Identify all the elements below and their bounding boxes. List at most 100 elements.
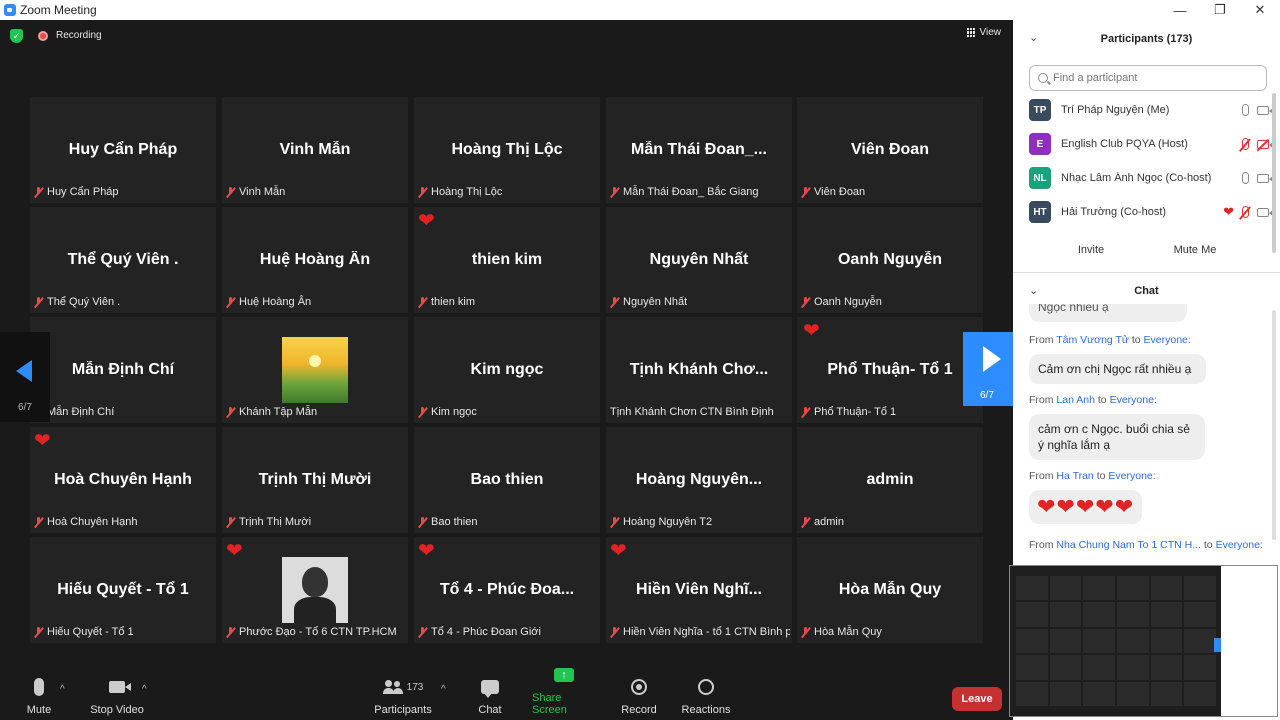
participant-tile[interactable]: Tổ 4 - Phúc Đoa... ❤ Tổ 4 - Phúc Đoan Giới xyxy=(414,537,600,643)
participant-tile[interactable]: admin admin xyxy=(797,427,983,533)
page-indicator-left: 6/7 xyxy=(18,402,32,413)
participant-name-label: Hoà Chuyên Hạnh xyxy=(34,515,138,529)
participant-tile[interactable]: Hiền Viên Nghĩ... ❤ Hiền Viên Nghĩa - tổ 1… xyxy=(606,537,792,643)
muted-mic-icon xyxy=(610,516,619,528)
participant-name-label: admin xyxy=(801,515,844,529)
stop-video-button[interactable]: Stop Video xyxy=(88,660,146,720)
participant-name: thien kim xyxy=(431,296,476,308)
security-shield-icon[interactable]: ✓ xyxy=(10,29,23,43)
chat-scrollbar[interactable] xyxy=(1272,310,1276,540)
view-button[interactable]: View xyxy=(966,27,1001,38)
chat-sender[interactable]: Tâm Vương Tử xyxy=(1056,334,1129,346)
participant-tile[interactable]: Khánh Tập Mẫn xyxy=(222,317,408,423)
participant-name: Phổ Thuận- Tổ 1 xyxy=(814,406,897,418)
participant-tile[interactable]: Oanh Nguyễn Oanh Nguyễn xyxy=(797,207,983,313)
participant-row[interactable]: HT Hải Trường (Co-host) ❤ xyxy=(1029,200,1273,224)
participant-name-label: Tổ 4 - Phúc Đoan Giới xyxy=(418,625,541,639)
participant-tile[interactable]: Hoà Chuyên Hạnh ❤ Hoà Chuyên Hạnh xyxy=(30,427,216,533)
mute-button[interactable]: Mute xyxy=(22,660,56,720)
participant-tile[interactable]: Huệ Hoàng Ân Huệ Hoàng Ân xyxy=(222,207,408,313)
invite-button[interactable]: Invite xyxy=(1076,239,1106,261)
previous-page-button[interactable]: 6/7 xyxy=(0,332,50,422)
participant-tile[interactable]: ❤ Phước Đạo - Tổ 6 CTN TP.HCM xyxy=(222,537,408,643)
restore-button[interactable]: ❐ xyxy=(1200,0,1240,20)
heart-reaction-icon: ❤ xyxy=(418,540,435,562)
participant-status-icons xyxy=(1242,172,1273,184)
video-camera-icon[interactable] xyxy=(1257,105,1273,115)
participant-name-label: Mẫn Thái Đoan_ Bắc Giang xyxy=(610,185,759,199)
participant-tile[interactable]: thien kim ❤ thien kim xyxy=(414,207,600,313)
audio-options-caret[interactable]: ^ xyxy=(60,684,65,695)
participant-tile[interactable]: Hoàng Nguyên... Hoàng Nguyên T2 xyxy=(606,427,792,533)
chat-sender[interactable]: Lan Anh xyxy=(1056,394,1095,406)
chat-sender[interactable]: Ha Tran xyxy=(1056,470,1093,482)
participant-name: Trịnh Thị Mười xyxy=(239,516,312,528)
participant-status-icons xyxy=(1242,138,1273,150)
chat-recipient[interactable]: Everyone: xyxy=(1144,334,1191,346)
muted-mic-icon xyxy=(610,296,619,308)
participant-tile[interactable]: Kim ngọc Kim ngọc xyxy=(414,317,600,423)
participant-tile[interactable]: Mẫn Định Chí Mẫn Định Chí xyxy=(30,317,216,423)
participant-name: Thể Quý Viên . xyxy=(47,296,121,308)
participant-display-name: Phổ Thuận- Tổ 1 xyxy=(827,361,953,378)
participant-tile[interactable]: Bao thien Bao thien xyxy=(414,427,600,533)
muted-mic-icon xyxy=(801,186,810,198)
arrow-left-icon xyxy=(16,360,32,382)
participant-tile[interactable]: Hoàng Thị Lộc Hoàng Thị Lộc xyxy=(414,97,600,203)
video-options-caret[interactable]: ^ xyxy=(142,684,147,695)
chat-button[interactable]: Chat xyxy=(474,660,506,720)
avatar: NL xyxy=(1029,167,1051,189)
muted-mic-icon[interactable] xyxy=(1242,206,1249,218)
next-page-button[interactable]: 6/7 xyxy=(963,332,1013,406)
mute-me-button[interactable]: Mute Me xyxy=(1168,239,1222,261)
video-camera-icon[interactable] xyxy=(1257,207,1273,217)
recording-icon[interactable] xyxy=(38,31,48,41)
muted-mic-icon xyxy=(418,296,427,308)
page-indicator-right: 6/7 xyxy=(980,390,994,401)
participant-search-input[interactable]: Find a participant xyxy=(1029,65,1267,91)
participant-tile[interactable]: Tịnh Khánh Chơ... Tịnh Khánh Chơn CTN Bìn… xyxy=(606,317,792,423)
participant-tile[interactable]: Vinh Mẫn Vinh Mẫn xyxy=(222,97,408,203)
participant-row[interactable]: NL Nhạc Lâm Ánh Ngọc (Co-host) xyxy=(1029,166,1273,190)
muted-mic-icon[interactable] xyxy=(1242,138,1249,150)
share-screen-button[interactable]: ↑ Share Screen xyxy=(532,660,596,720)
video-off-icon[interactable] xyxy=(1257,139,1273,149)
participant-tile[interactable]: Nguyên Nhất Nguyên Nhất xyxy=(606,207,792,313)
participant-row[interactable]: E English Club PQYA (Host) xyxy=(1029,132,1273,156)
participant-row[interactable]: TP Trí Pháp Nguyện (Me) xyxy=(1029,98,1273,122)
muted-mic-icon xyxy=(226,186,235,198)
participant-name-label: Oanh Nguyễn xyxy=(801,295,882,309)
chat-recipient[interactable]: Everyone: xyxy=(1216,539,1263,551)
participant-name: Tổ 4 - Phúc Đoan Giới xyxy=(431,626,541,638)
participant-name: Tịnh Khánh Chơn CTN Bình Định xyxy=(610,406,774,418)
chat-sender[interactable]: Nha Chung Nam To 1 CTN H... xyxy=(1056,539,1201,551)
video-camera-icon[interactable] xyxy=(1257,173,1273,183)
participants-button[interactable]: 173 Participants xyxy=(372,660,434,720)
participant-tile[interactable]: Viên Đoan Viên Đoan xyxy=(797,97,983,203)
close-button[interactable]: ✕ xyxy=(1240,0,1280,20)
screen-preview-thumbnail[interactable] xyxy=(1009,565,1278,717)
participant-tile[interactable]: Thể Quý Viên . Thể Quý Viên . xyxy=(30,207,216,313)
participant-tile[interactable]: Huy Cẩn Pháp Huy Cẩn Pháp xyxy=(30,97,216,203)
participant-tile[interactable]: Hòa Mẫn Quy Hòa Mẫn Quy xyxy=(797,537,983,643)
meeting-top-bar: ✓ Recording View xyxy=(0,20,1013,52)
chat-recipient[interactable]: Everyone: xyxy=(1110,394,1157,406)
microphone-icon[interactable] xyxy=(1242,104,1249,116)
record-button[interactable]: Record xyxy=(620,660,658,720)
reactions-button[interactable]: Reactions xyxy=(682,660,730,720)
leave-button[interactable]: Leave xyxy=(952,687,1002,711)
participant-display-name: Huệ Hoàng Ân xyxy=(259,251,371,268)
microphone-icon[interactable] xyxy=(1242,172,1249,184)
participants-scrollbar[interactable] xyxy=(1272,93,1276,253)
participant-row-name: Trí Pháp Nguyện (Me) xyxy=(1061,104,1170,116)
participant-tile[interactable]: Mẫn Thái Đoan_... Mẫn Thái Đoan_ Bắc Gian… xyxy=(606,97,792,203)
chat-recipient[interactable]: Everyone: xyxy=(1108,470,1155,482)
muted-mic-icon xyxy=(418,186,427,198)
participant-tile[interactable]: Phổ Thuận- Tổ 1 ❤ Phổ Thuận- Tổ 1 xyxy=(797,317,983,423)
participant-name-label: Khánh Tập Mẫn xyxy=(226,405,317,419)
minimize-button[interactable]: — xyxy=(1160,0,1200,20)
participant-tile[interactable]: Hiếu Quyết - Tổ 1 Hiếu Quyết - Tổ 1 xyxy=(30,537,216,643)
participants-options-caret[interactable]: ^ xyxy=(441,684,446,695)
participant-tile[interactable]: Trịnh Thị Mười Trịnh Thị Mười xyxy=(222,427,408,533)
participant-name: Phước Đạo - Tổ 6 CTN TP.HCM xyxy=(239,626,397,638)
